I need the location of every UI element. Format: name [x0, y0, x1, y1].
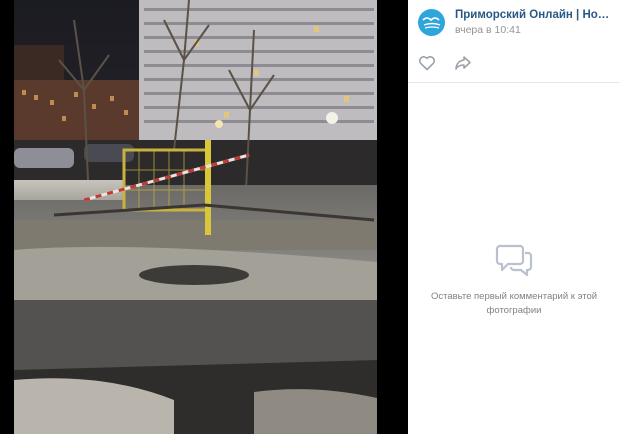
comment-bubbles-icon [495, 244, 533, 277]
comments-panel: Приморский Онлайн | Новости н… вчера в 1… [408, 0, 620, 434]
post-author-header: Приморский Онлайн | Новости н… вчера в 1… [408, 0, 620, 40]
share-button[interactable] [454, 54, 472, 72]
empty-comments-text: Оставьте первый комментарий к этой фотог… [430, 291, 598, 316]
photo-viewer [0, 0, 408, 434]
heart-icon [419, 56, 435, 71]
street-photo-illustration [14, 0, 377, 434]
community-avatar[interactable] [418, 8, 445, 36]
community-name-link[interactable]: Приморский Онлайн | Новости н… [455, 9, 610, 21]
empty-comments-state: Оставьте первый комментарий к этой фотог… [408, 240, 620, 318]
share-arrow-icon [455, 56, 471, 70]
post-photo[interactable] [14, 0, 377, 434]
post-actions [408, 44, 620, 83]
post-timestamp[interactable]: вчера в 10:41 [455, 24, 610, 36]
seagull-logo-icon [421, 17, 440, 29]
like-button[interactable] [418, 54, 436, 72]
